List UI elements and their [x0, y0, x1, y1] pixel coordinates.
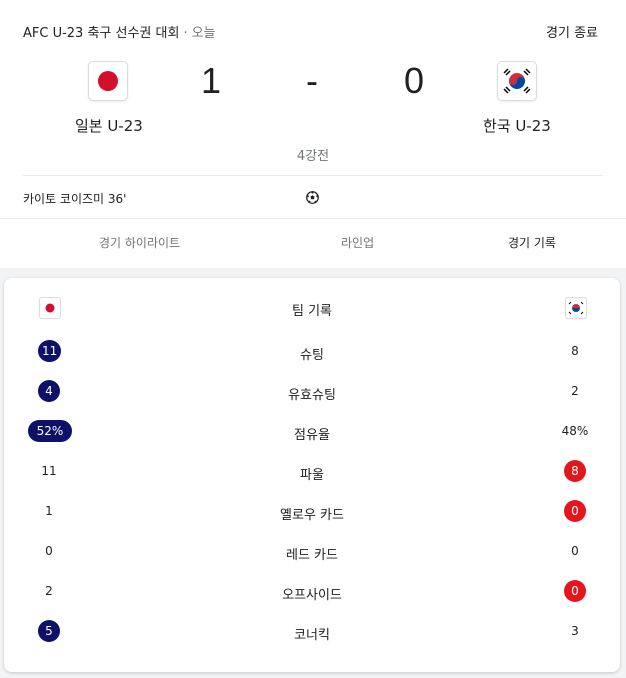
score-dash: -	[306, 60, 318, 101]
match-date: 오늘	[191, 26, 216, 41]
stats-title: 팀 기록	[291, 304, 332, 319]
away-stat-value: 0	[564, 580, 586, 602]
home-team-name[interactable]: 일본 U-23	[75, 115, 143, 136]
tabs-divider	[0, 218, 626, 219]
stat-row-yellow-cards: 1 옐로우 카드 0	[4, 497, 620, 527]
goal-scorer[interactable]: 카이토 코이즈미 36'	[23, 190, 126, 207]
competition-name[interactable]: AFC U-23 축구 선수권 대회	[23, 26, 179, 41]
stat-label: 점유율	[294, 428, 330, 443]
stat-label: 오프사이드	[282, 588, 342, 603]
stats-away-flag	[565, 297, 587, 319]
japan-flag-icon	[93, 66, 123, 96]
korea-flag-icon	[502, 66, 532, 96]
away-team-name[interactable]: 한국 U-23	[483, 115, 551, 136]
home-score: 1	[201, 60, 222, 101]
tab-lineup[interactable]: 라인업	[341, 234, 374, 251]
stat-label: 유효슈팅	[288, 388, 336, 403]
stat-label: 슈팅	[300, 348, 324, 363]
soccer-ball-icon	[306, 191, 319, 204]
stat-row-possession: 52% 점유율 48%	[4, 417, 620, 447]
scorer-divider	[23, 175, 603, 176]
stat-row-shots-on-target: 4 유효슈팅 2	[4, 377, 620, 407]
away-team-flag[interactable]	[497, 61, 537, 101]
stat-label: 옐로우 카드	[280, 508, 344, 523]
separator: ·	[183, 26, 188, 41]
stat-row-offsides: 2 오프사이드 0	[4, 577, 620, 607]
stat-row-fouls: 11 파울 8	[4, 457, 620, 487]
away-stat-value: 2	[571, 384, 579, 398]
away-score: 0	[404, 60, 425, 101]
stat-label: 파울	[300, 468, 324, 483]
competition-line: AFC U-23 축구 선수권 대회 · 오늘	[23, 22, 216, 41]
stat-row-shots: 11 슈팅 8	[4, 337, 620, 367]
away-stat-value: 0	[571, 544, 579, 558]
match-status: 경기 종료	[546, 26, 598, 41]
stat-row-corners: 5 코너킥 3	[4, 617, 620, 647]
stat-row-red-cards: 0 레드 카드 0	[4, 537, 620, 567]
stat-label: 코너킥	[294, 628, 330, 643]
away-stat-value: 48%	[561, 424, 589, 438]
tab-bar: 경기 하이라이트 라인업 경기 기록	[0, 220, 626, 266]
match-round: 4강전	[296, 149, 330, 164]
away-stat-value: 0	[564, 500, 586, 522]
away-stat-value: 3	[571, 624, 579, 638]
korea-flag-icon	[568, 300, 584, 316]
match-header: AFC U-23 축구 선수권 대회 · 오늘 경기 종료 1 - 0 일본 U-2…	[0, 0, 626, 268]
tab-match-stats[interactable]: 경기 기록	[508, 234, 556, 251]
away-stat-value: 8	[571, 344, 579, 358]
home-team-flag[interactable]	[88, 61, 128, 101]
stat-label: 레드 카드	[286, 548, 338, 563]
away-stat-value: 8	[564, 460, 586, 482]
tab-highlights[interactable]: 경기 하이라이트	[99, 234, 180, 251]
